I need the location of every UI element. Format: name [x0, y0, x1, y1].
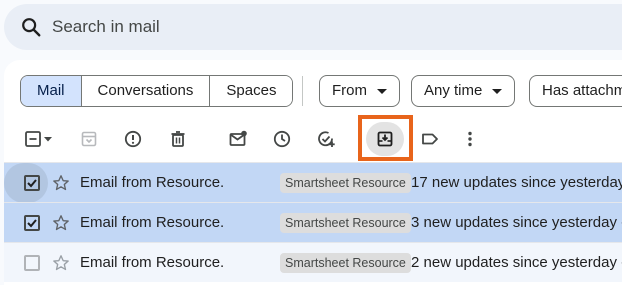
more-options-icon[interactable]: [457, 126, 483, 152]
tab-mail[interactable]: Mail: [21, 76, 81, 106]
chevron-down-icon: [492, 88, 503, 94]
email-snippet: 3 new updates since yesterday - F: [411, 214, 622, 231]
star-icon[interactable]: [52, 174, 70, 192]
filter-divider: [302, 76, 303, 106]
email-row[interactable]: Email from Resource. Smartsheet Resource…: [4, 242, 622, 282]
any-time-filter-chip[interactable]: Any time: [411, 75, 516, 107]
delete-icon[interactable]: [165, 126, 191, 152]
row-checkbox[interactable]: [24, 214, 40, 231]
search-icon[interactable]: [20, 16, 42, 38]
chevron-down-icon: [377, 88, 387, 94]
email-row[interactable]: Email from Resource. Smartsheet Resource…: [4, 162, 622, 203]
star-icon[interactable]: [52, 254, 70, 272]
label-badge[interactable]: Smartsheet Resource: [280, 252, 411, 273]
row-checkbox[interactable]: [24, 174, 40, 191]
has-attachment-filter-label: Has attachm: [542, 82, 622, 99]
label-badge[interactable]: Smartsheet Resource: [280, 212, 411, 233]
report-spam-icon[interactable]: [120, 126, 146, 152]
add-to-tasks-icon[interactable]: [313, 126, 339, 152]
archive-icon[interactable]: [76, 126, 102, 152]
email-sender: Email from Resource.: [80, 174, 225, 191]
search-bar[interactable]: Search in mail: [4, 4, 622, 50]
mark-as-read-icon[interactable]: [225, 126, 251, 152]
label-icon[interactable]: [417, 126, 443, 152]
star-icon[interactable]: [52, 214, 70, 232]
from-filter-label: From: [332, 82, 367, 99]
label-badge[interactable]: Smartsheet Resource: [280, 172, 411, 193]
from-filter-chip[interactable]: From: [319, 75, 400, 107]
snooze-icon[interactable]: [269, 126, 295, 152]
email-snippet: 17 new updates since yesterday -: [411, 174, 622, 191]
tab-spaces[interactable]: Spaces: [209, 76, 293, 106]
row-checkbox[interactable]: [24, 254, 40, 271]
email-snippet: 2 new updates since yesterday - F: [411, 254, 622, 271]
tab-conversations[interactable]: Conversations: [80, 76, 210, 106]
email-row[interactable]: Email from Resource. Smartsheet Resource…: [4, 202, 622, 242]
any-time-filter-label: Any time: [424, 82, 483, 99]
email-sender: Email from Resource.: [80, 254, 225, 271]
has-attachment-filter-chip[interactable]: Has attachm: [529, 75, 622, 107]
search-scope-tabs: Mail Conversations Spaces: [20, 75, 294, 107]
annotation-highlight-box: [358, 115, 413, 161]
search-input[interactable]: Search in mail: [52, 17, 160, 37]
email-sender: Email from Resource.: [80, 214, 225, 231]
select-dropdown-icon[interactable]: [40, 126, 56, 152]
